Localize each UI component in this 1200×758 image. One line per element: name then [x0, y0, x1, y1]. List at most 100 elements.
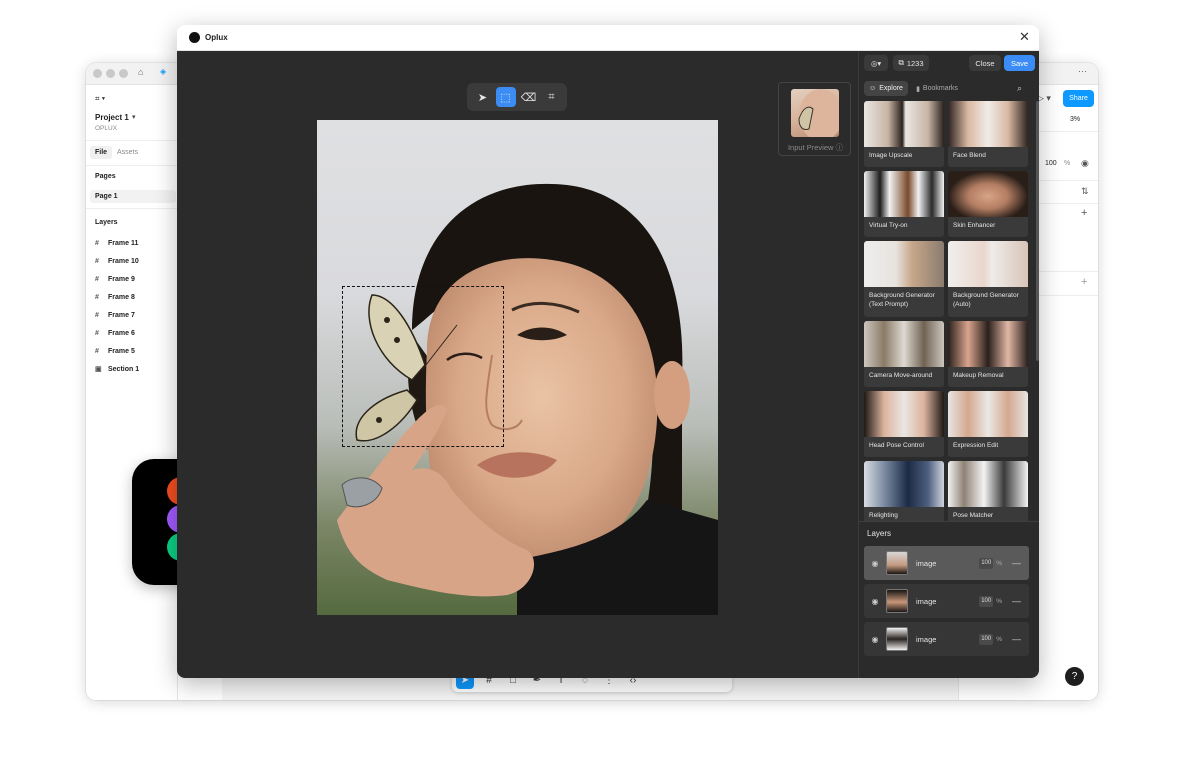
- tool-card-makeup-removal[interactable]: Makeup Removal: [948, 321, 1028, 387]
- eye-icon[interactable]: ◉: [864, 559, 886, 568]
- tool-card-relighting[interactable]: Relighting: [864, 461, 944, 521]
- layer-item[interactable]: # Frame 7: [95, 306, 175, 324]
- credits-badge[interactable]: ⧉ 1233: [893, 55, 929, 71]
- tool-card-face-blend[interactable]: Face Blend: [948, 101, 1028, 167]
- team-name: OPLUX: [95, 125, 118, 132]
- oplux-logo-icon: [189, 32, 200, 43]
- layer-item[interactable]: # Frame 6: [95, 324, 175, 342]
- tab-file[interactable]: File: [90, 146, 113, 159]
- plus-icon[interactable]: +: [1081, 207, 1087, 219]
- card-thumbnail: [948, 461, 1028, 507]
- tool-card-virtual-try-on[interactable]: Virtual Try-on: [864, 171, 944, 237]
- tab-explore-label: Explore: [879, 85, 903, 92]
- tool-card-camera-move-around[interactable]: Camera Move-around: [864, 321, 944, 387]
- window-maximize-dot[interactable]: [119, 69, 128, 78]
- oplux-side-panel: ◎▾ ⧉ 1233 Close Save ☺ Explore ▮ Bookmarks …: [858, 51, 1039, 678]
- tab-bookmarks[interactable]: ▮ Bookmarks: [911, 81, 963, 96]
- section-icon: ▣: [95, 366, 102, 373]
- window-minimize-dot[interactable]: [106, 69, 115, 78]
- gallery-scrollbar[interactable]: [1036, 101, 1039, 361]
- tool-card-pose-matcher[interactable]: Pose Matcher: [948, 461, 1028, 521]
- remove-layer-icon[interactable]: —: [1012, 558, 1021, 568]
- layer-item[interactable]: # Frame 11: [95, 234, 175, 252]
- tool-card-head-pose-control[interactable]: Head Pose Control: [864, 391, 944, 457]
- layer-name[interactable]: image: [916, 635, 979, 644]
- input-preview-thumbnail: [791, 89, 839, 137]
- selection-marquee[interactable]: [342, 286, 504, 447]
- account-menu-button[interactable]: ◎▾: [864, 55, 888, 71]
- eye-icon[interactable]: ◉: [864, 635, 886, 644]
- card-thumbnail: [864, 241, 944, 287]
- layer-item[interactable]: # Frame 9: [95, 270, 175, 288]
- frame-icon: #: [95, 293, 99, 301]
- chevron-down-icon[interactable]: ▾: [132, 113, 136, 121]
- help-button[interactable]: ?: [1065, 667, 1084, 686]
- remove-layer-icon[interactable]: —: [1012, 634, 1021, 644]
- zoom-level[interactable]: 3%: [1070, 116, 1080, 123]
- card-label: Expression Edit: [953, 442, 999, 449]
- layer-row[interactable]: ◉ image 100 % —: [864, 622, 1029, 656]
- info-icon[interactable]: ⓘ: [836, 143, 844, 152]
- more-options-icon[interactable]: ⋯: [1078, 66, 1087, 77]
- layer-opacity[interactable]: 100: [979, 557, 994, 569]
- frame-icon: #: [95, 311, 99, 319]
- frame-icon: #: [95, 329, 99, 337]
- eye-icon[interactable]: ◉: [1081, 158, 1089, 169]
- figma-menu-icon[interactable]: ⌗ ▾: [95, 94, 105, 104]
- play-icon[interactable]: ▷ ▾: [1037, 93, 1051, 104]
- layer-item[interactable]: # Frame 5: [95, 342, 175, 360]
- close-icon[interactable]: ✕: [1019, 29, 1030, 45]
- remove-layer-icon[interactable]: —: [1012, 596, 1021, 606]
- layer-thumbnail: [886, 589, 908, 613]
- card-label: Pose Matcher: [953, 512, 994, 519]
- layer-item[interactable]: # Frame 10: [95, 252, 175, 270]
- tool-card-expression-edit[interactable]: Expression Edit: [948, 391, 1028, 457]
- tool-card-skin-enhancer[interactable]: Skin Enhancer: [948, 171, 1028, 237]
- window-close-dot[interactable]: [93, 69, 102, 78]
- tab-explore[interactable]: ☺ Explore: [864, 81, 908, 96]
- input-preview-label: Input Preview ⓘ: [787, 143, 844, 152]
- page-item-1[interactable]: Page 1: [90, 190, 176, 203]
- card-label: Camera Move-around: [869, 372, 933, 379]
- layer-label: Frame 6: [108, 329, 135, 337]
- pointer-tool-icon[interactable]: ➤: [473, 87, 493, 107]
- eraser-icon[interactable]: ⌫: [519, 87, 539, 107]
- eye-icon[interactable]: ◉: [864, 597, 886, 606]
- save-button[interactable]: Save: [1004, 55, 1035, 71]
- plus-icon[interactable]: +: [1081, 276, 1087, 288]
- figma-file-tab-icon[interactable]: ◈: [160, 67, 166, 76]
- layer-name[interactable]: image: [916, 597, 979, 606]
- close-button[interactable]: Close: [969, 55, 1001, 71]
- layer-name[interactable]: image: [916, 559, 979, 568]
- divider: [859, 521, 1039, 522]
- home-icon[interactable]: ⌂: [138, 67, 143, 77]
- card-thumbnail: [948, 101, 1028, 147]
- layer-row[interactable]: ◉ image 100 % —: [864, 584, 1029, 618]
- tab-assets[interactable]: Assets: [117, 149, 138, 156]
- image-editor-canvas[interactable]: ➤ ⬚ ⌫ ⌗ Input Preview ⓘ: [177, 51, 858, 678]
- marquee-select-icon[interactable]: ⬚: [495, 87, 516, 107]
- crop-icon[interactable]: ⌗: [542, 87, 562, 107]
- input-preview[interactable]: Input Preview ⓘ: [778, 82, 851, 156]
- card-thumbnail: [864, 101, 944, 147]
- opacity-value[interactable]: 100: [1045, 160, 1057, 167]
- layer-opacity[interactable]: 100: [979, 633, 994, 645]
- search-icon[interactable]: ⌕: [1017, 83, 1022, 94]
- layer-item[interactable]: ▣ Section 1: [95, 360, 175, 378]
- layer-label: Frame 7: [108, 311, 135, 319]
- tool-gallery: Image Upscale Face Blend Virtual Try-on …: [859, 101, 1035, 521]
- share-button[interactable]: Share: [1063, 90, 1094, 107]
- layer-thumbnail: [886, 627, 908, 651]
- adjust-icon[interactable]: ⇅: [1081, 186, 1089, 197]
- card-thumbnail: [864, 171, 944, 217]
- tool-card-image-upscale[interactable]: Image Upscale: [864, 101, 944, 167]
- tool-card-bg-auto[interactable]: Background Generator (Auto): [948, 241, 1028, 317]
- layer-item[interactable]: # Frame 8: [95, 288, 175, 306]
- tool-card-bg-text-prompt[interactable]: Background Generator (Text Prompt): [864, 241, 944, 317]
- project-name[interactable]: Project 1: [95, 113, 129, 122]
- layer-opacity[interactable]: 100: [979, 595, 994, 607]
- divider: [86, 140, 178, 141]
- layer-label: Frame 10: [108, 257, 139, 265]
- layer-row[interactable]: ◉ image 100 % —: [864, 546, 1029, 580]
- card-label: Background Generator (Auto): [953, 292, 1019, 308]
